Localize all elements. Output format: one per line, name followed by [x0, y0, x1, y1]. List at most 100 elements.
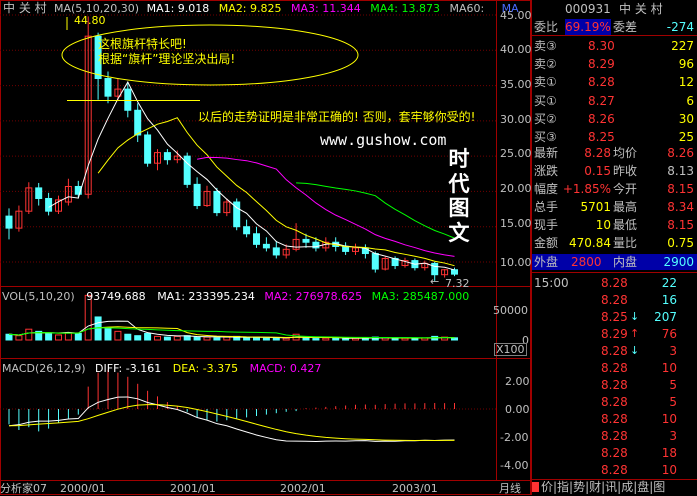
stat-label: 涨跌 — [534, 164, 559, 178]
annotation-text-1: 这根旗杆特长吧! — [98, 37, 187, 51]
date-axis: 分析家07 2000/01 2001/01 2002/01 2003/01 月线 — [0, 483, 531, 495]
price-axis-tick: 10.00 — [500, 256, 531, 269]
date-axis-start: 分析家07 — [0, 482, 47, 495]
tick-volume: 207 — [654, 310, 677, 324]
vol-current: 93749.688 — [86, 290, 146, 303]
volume-bar — [25, 328, 33, 341]
stat-value: 0.75 — [667, 236, 694, 250]
low-marker: 7.32 — [445, 277, 470, 290]
order-volume: 96 — [678, 57, 694, 71]
tick-price: 8.28 — [601, 395, 628, 409]
volume-bar — [302, 337, 310, 341]
stat-row: 涨跌 0.15 昨收 8.13 — [531, 163, 697, 179]
tick-price: 8.28 — [601, 412, 628, 426]
order-price: 8.25 — [588, 130, 615, 144]
volume-bar — [45, 333, 53, 341]
candle-body — [342, 245, 350, 252]
volume-bar — [144, 333, 152, 341]
macd-axis-tick: -4.00 — [500, 459, 528, 472]
candle-body — [104, 78, 112, 97]
weicha-value: -274 — [666, 20, 694, 34]
bottom-tabs[interactable]: 价|指|势|财|讯|成|盘|图 — [541, 481, 665, 493]
volume-bar — [223, 336, 231, 341]
volume-bar — [64, 332, 72, 341]
stat-value: 8.26 — [667, 146, 694, 160]
ma-legend: MA(5,10,20,30) MA1: 9.018 MA2: 9.825 MA3… — [54, 3, 519, 14]
macd-legend: MACD(26,12,9) DIFF: -3.161 DEA: -3.375 M… — [2, 363, 321, 374]
tick-time: 15:00 — [534, 276, 569, 290]
weibi-value: 69.19% — [565, 19, 611, 35]
watermark-brand: 时 代 图 文 — [447, 147, 471, 245]
ma60-label: MA60: — [449, 2, 485, 15]
stat-label: 今开 — [613, 182, 638, 196]
candle-body — [193, 183, 201, 207]
tick-volume: 18 — [661, 446, 677, 460]
kline-chart[interactable]: 45.00 40.00 35.00 30.00 25.00 20.00 15.0… — [0, 0, 531, 495]
vol-unit-badge[interactable]: X100 — [494, 343, 527, 356]
period-label[interactable]: 月线 — [499, 483, 521, 494]
stat-value: 8.28 — [584, 146, 611, 160]
macd-dea: DEA: -3.375 — [172, 362, 239, 375]
stat-label: 幅度 — [534, 182, 559, 196]
tick-volume: 16 — [661, 293, 677, 307]
date-axis-tick: 2000/01 — [60, 482, 106, 495]
arrow-down-icon: ↓ — [630, 310, 640, 323]
watermark-char: 代 — [448, 171, 470, 196]
tick-price: 8.28 — [601, 344, 628, 358]
candle-body — [253, 233, 260, 245]
volume-bar — [104, 327, 112, 341]
candle-body — [183, 155, 191, 185]
tick-row: 8.25 ↓ 207 — [531, 309, 697, 325]
tick-row: 8.28 10 — [531, 411, 697, 427]
tick-row: 8.28 3 — [531, 428, 697, 444]
inner-label: 内盘 — [613, 255, 638, 269]
buy-order-row: 买③ 8.25 25 — [531, 129, 697, 145]
stat-label: 均价 — [613, 146, 638, 160]
volume-bar — [173, 335, 181, 341]
order-price: 8.26 — [588, 112, 615, 126]
price-axis-tick: 15.00 — [500, 217, 531, 230]
watermark-char: 时 — [448, 147, 470, 171]
vol-ma2: MA2: 276978.625 — [264, 290, 363, 303]
order-label: 卖① — [534, 75, 557, 89]
outer-value: 2800 — [571, 255, 602, 269]
macd-histogram — [8, 369, 455, 432]
price-axis-tick: 35.00 — [500, 78, 531, 91]
tick-volume: 5 — [669, 395, 677, 409]
order-volume: 25 — [678, 130, 694, 144]
date-axis-tick: 2003/01 — [392, 482, 438, 495]
tick-row: 8.29 ↑ 76 — [531, 326, 697, 342]
tick-row: 8.28 10 — [531, 462, 697, 478]
tick-row: 8.28 16 — [531, 292, 697, 308]
tick-price: 8.29 — [601, 327, 628, 341]
buy-order-row: 买② 8.26 30 — [531, 111, 697, 127]
quote-divider-left — [531, 0, 532, 495]
quote-panel: 000931 中 关 村 委比 69.19% 委差 -274 卖③ 8.30 227… — [531, 0, 697, 495]
weibi-label: 委比 — [534, 20, 559, 34]
volume-bar — [332, 337, 340, 341]
vol-legend: VOL(5,10,20) 93749.688 MA1: 233395.234 M… — [2, 291, 469, 302]
ma60-tail: MA — [501, 2, 519, 15]
volume-bar — [134, 335, 142, 341]
watermark-char: 图 — [448, 196, 470, 220]
stat-label: 金额 — [534, 236, 559, 250]
order-volume: 6 — [686, 94, 694, 108]
tick-price: 8.28 — [601, 429, 628, 443]
volume-bar — [282, 337, 290, 341]
quote-divider-tick — [531, 272, 697, 273]
high-marker: 44.80 — [74, 14, 106, 27]
tick-price: 8.28 — [601, 378, 628, 392]
candle-body — [134, 109, 142, 136]
volume-bar — [272, 337, 280, 341]
tick-row: 15:00 8.28 22 — [531, 275, 697, 291]
volume-bar — [163, 336, 171, 341]
price-axis-tick: 40.00 — [500, 43, 531, 56]
order-price: 8.29 — [588, 57, 615, 71]
stat-row: 现手 10 最低 8.15 — [531, 217, 697, 233]
volume-bar — [15, 335, 23, 341]
watermark-char: 文 — [448, 220, 470, 245]
volume-bar — [154, 335, 161, 341]
order-volume: 227 — [671, 39, 694, 53]
sell-order-row: 卖③ 8.30 227 — [531, 38, 697, 54]
quote-stock-name: 中 关 村 — [619, 2, 663, 16]
